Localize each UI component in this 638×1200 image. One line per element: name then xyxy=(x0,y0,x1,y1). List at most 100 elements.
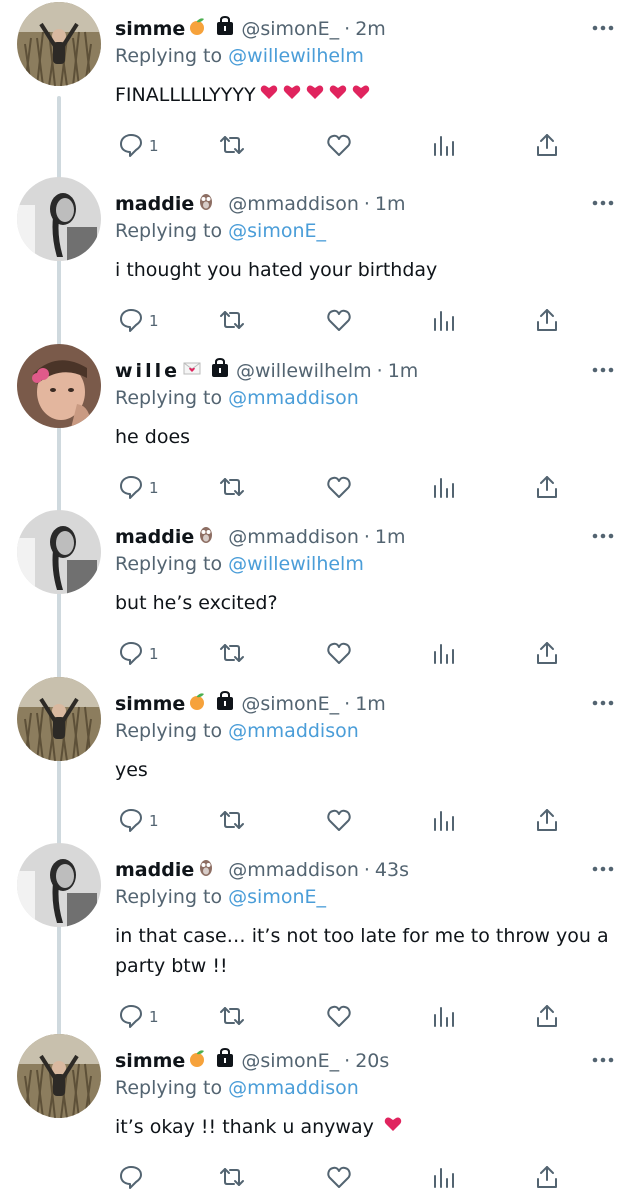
share-icon xyxy=(533,639,561,667)
tweet-actions xyxy=(115,1163,575,1195)
analytics-button[interactable] xyxy=(430,1002,458,1034)
retweet-button[interactable] xyxy=(218,131,246,163)
reply-handle-link[interactable]: @mmaddison xyxy=(228,1077,359,1099)
handle[interactable]: @mmaddison xyxy=(228,193,359,215)
reply-button[interactable]: 1 xyxy=(117,473,159,505)
more-icon[interactable] xyxy=(590,695,616,709)
timestamp[interactable]: 20s xyxy=(355,1050,389,1072)
timestamp[interactable]: 1m xyxy=(388,360,419,382)
reply-handle-link[interactable]: @simonE_ xyxy=(228,886,326,908)
retweet-button[interactable] xyxy=(218,1002,246,1034)
lock-icon xyxy=(215,690,235,720)
display-name[interactable]: wille xyxy=(115,360,180,382)
display-name[interactable]: maddie xyxy=(115,859,194,881)
share-icon xyxy=(533,306,561,334)
share-button[interactable] xyxy=(533,473,561,505)
tweet-text-content: it’s okay !! thank u anyway xyxy=(115,1116,374,1138)
analytics-icon xyxy=(430,306,458,334)
display-name[interactable]: maddie xyxy=(115,193,194,215)
handle[interactable]: @willewilhelm xyxy=(236,360,372,382)
timestamp[interactable]: 43s xyxy=(375,859,409,881)
tweet-text-content: he does xyxy=(115,426,191,448)
reply-handle-link[interactable]: @simonE_ xyxy=(228,220,326,242)
replying-to: Replying to @mmaddison xyxy=(115,1073,359,1103)
avatar[interactable] xyxy=(17,344,101,428)
share-button[interactable] xyxy=(533,806,561,838)
analytics-button[interactable] xyxy=(430,1163,458,1195)
reply-handle-link[interactable]: @willewilhelm xyxy=(228,45,364,67)
share-button[interactable] xyxy=(533,306,561,338)
more-icon[interactable] xyxy=(590,861,616,875)
analytics-button[interactable] xyxy=(430,806,458,838)
more-icon[interactable] xyxy=(590,1052,616,1066)
reply-icon xyxy=(117,306,145,334)
analytics-button[interactable] xyxy=(430,639,458,671)
retweet-button[interactable] xyxy=(218,1163,246,1195)
avatar[interactable] xyxy=(17,843,101,927)
replying-to: Replying to @simonE_ xyxy=(115,216,326,246)
timestamp[interactable]: 2m xyxy=(355,18,386,40)
display-name[interactable]: simme xyxy=(115,1050,185,1072)
love-letter-emoji xyxy=(182,357,202,387)
avatar[interactable] xyxy=(17,510,101,594)
display-name[interactable]: simme xyxy=(115,18,185,40)
handle[interactable]: @simonE_ xyxy=(241,693,339,715)
handle[interactable]: @mmaddison xyxy=(228,859,359,881)
reply-handle-link[interactable]: @mmaddison xyxy=(228,720,359,742)
like-button[interactable] xyxy=(325,131,353,163)
more-icon[interactable] xyxy=(590,195,616,209)
reply-button[interactable]: 1 xyxy=(117,1002,159,1034)
retweet-button[interactable] xyxy=(218,639,246,671)
display-name[interactable]: maddie xyxy=(115,526,194,548)
reply-button[interactable]: 1 xyxy=(117,806,159,838)
timestamp[interactable]: 1m xyxy=(375,193,406,215)
avatar[interactable] xyxy=(17,677,101,761)
retweet-icon xyxy=(218,473,246,501)
reply-button[interactable]: 1 xyxy=(117,306,159,338)
like-icon xyxy=(325,306,353,334)
more-icon[interactable] xyxy=(590,20,616,34)
reply-icon xyxy=(117,639,145,667)
handle[interactable]: @simonE_ xyxy=(241,1050,339,1072)
retweet-button[interactable] xyxy=(218,306,246,338)
like-button[interactable] xyxy=(325,473,353,505)
like-icon xyxy=(325,473,353,501)
timestamp[interactable]: 1m xyxy=(355,693,386,715)
tweet-text: he does xyxy=(115,422,615,452)
like-button[interactable] xyxy=(325,306,353,338)
avatar[interactable] xyxy=(17,177,101,261)
reply-button[interactable]: 1 xyxy=(117,639,159,671)
more-icon[interactable] xyxy=(590,362,616,376)
separator: · xyxy=(363,859,370,881)
like-button[interactable] xyxy=(325,639,353,671)
reply-handle-link[interactable]: @mmaddison xyxy=(228,387,359,409)
reply-handle-link[interactable]: @willewilhelm xyxy=(228,553,364,575)
replying-label: Replying to xyxy=(115,387,229,409)
display-name[interactable]: simme xyxy=(115,693,185,715)
like-button[interactable] xyxy=(325,806,353,838)
analytics-button[interactable] xyxy=(430,473,458,505)
share-button[interactable] xyxy=(533,131,561,163)
retweet-button[interactable] xyxy=(218,806,246,838)
more-icon[interactable] xyxy=(590,528,616,542)
replying-label: Replying to xyxy=(115,220,229,242)
share-button[interactable] xyxy=(533,1163,561,1195)
tweet-header: maddie @mmaddison · 1m xyxy=(115,522,406,552)
handle[interactable]: @simonE_ xyxy=(241,18,339,40)
timestamp[interactable]: 1m xyxy=(375,526,406,548)
share-button[interactable] xyxy=(533,1002,561,1034)
share-button[interactable] xyxy=(533,639,561,671)
like-button[interactable] xyxy=(325,1163,353,1195)
retweet-button[interactable] xyxy=(218,473,246,505)
avatar[interactable] xyxy=(17,1034,101,1118)
handle[interactable]: @mmaddison xyxy=(228,526,359,548)
reply-button[interactable]: 1 xyxy=(117,131,159,163)
tweet-header: maddie @mmaddison · 1m xyxy=(115,189,406,219)
lock-icon xyxy=(215,15,235,45)
analytics-button[interactable] xyxy=(430,131,458,163)
replying-label: Replying to xyxy=(115,720,229,742)
avatar[interactable] xyxy=(17,2,101,86)
reply-button[interactable] xyxy=(117,1163,145,1195)
like-button[interactable] xyxy=(325,1002,353,1034)
analytics-button[interactable] xyxy=(430,306,458,338)
